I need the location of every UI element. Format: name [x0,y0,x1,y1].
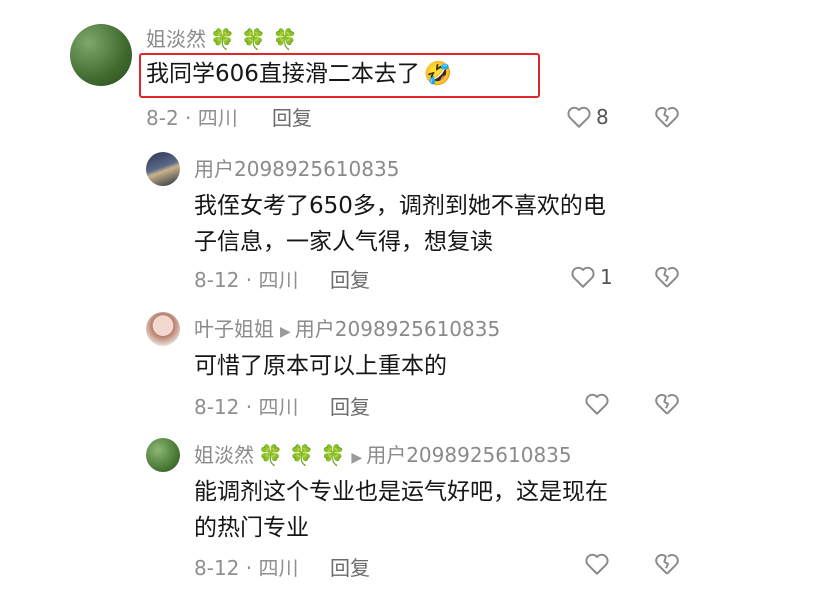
author-name[interactable]: 姐淡然 [146,27,206,51]
reply-button[interactable]: 回复 [330,556,370,580]
dislike-button[interactable] [654,392,680,416]
comment-date-location: 8-2 · 四川 [146,106,238,130]
heart-outline-icon [571,266,595,288]
triangle-right-icon: ▶ [280,324,291,340]
like-button[interactable]: 1 [570,265,613,289]
reply-target-name[interactable]: 用户2098925610835 [295,317,500,341]
avatar[interactable] [70,24,132,86]
comment-author[interactable]: 用户2098925610835 [194,157,399,181]
like-button[interactable]: 8 [566,105,609,129]
dislike-button[interactable] [654,105,680,129]
comment-author-line: 叶子姐姐 ▶ 用户2098925610835 [194,317,500,344]
avatar[interactable] [146,438,180,472]
author-name[interactable]: 叶子姐姐 [194,317,274,341]
broken-heart-icon [655,106,679,128]
like-count: 8 [596,105,609,129]
comment-text: 我侄女考了650多，调剂到她不喜欢的电 子信息，一家人气得，想复读 [194,193,606,255]
like-button[interactable] [584,552,610,576]
reply-button[interactable]: 回复 [330,268,370,292]
comment-date-location: 8-12 · 四川 [194,395,299,419]
comment-date-location: 8-12 · 四川 [194,268,299,292]
like-count: 1 [600,265,613,289]
clover-badge-icon: 🍀 🍀 🍀 [258,443,346,467]
dislike-button[interactable] [654,552,680,576]
broken-heart-icon [655,553,679,575]
comment-text: 能调剂这个专业也是运气好吧，这是现在 的热门专业 [194,479,608,541]
comment-author-line: 姐淡然 🍀 🍀 🍀 ▶ 用户2098925610835 [194,443,572,470]
dislike-button[interactable] [654,265,680,289]
avatar[interactable] [146,312,180,346]
reply-button[interactable]: 回复 [330,395,370,419]
like-button[interactable] [584,392,610,416]
avatar[interactable] [146,152,180,186]
triangle-right-icon: ▶ [351,450,363,466]
comment-text: 我同学606直接滑二本去了 🤣 [146,61,453,87]
reply-target-name[interactable]: 用户2098925610835 [366,443,571,467]
comment-date-location: 8-12 · 四川 [194,556,299,580]
rofl-emoji-icon: 🤣 [423,61,453,87]
clover-badge-icon: 🍀 🍀 🍀 [210,27,298,51]
heart-outline-icon [585,553,609,575]
reply-button[interactable]: 回复 [272,106,312,130]
heart-outline-icon [567,106,591,128]
broken-heart-icon [655,266,679,288]
heart-outline-icon [585,393,609,415]
author-name[interactable]: 姐淡然 [194,443,254,467]
comment-author[interactable]: 姐淡然 🍀 🍀 🍀 [146,27,297,51]
comment-text: 可惜了原本可以上重本的 [194,353,447,379]
broken-heart-icon [655,393,679,415]
